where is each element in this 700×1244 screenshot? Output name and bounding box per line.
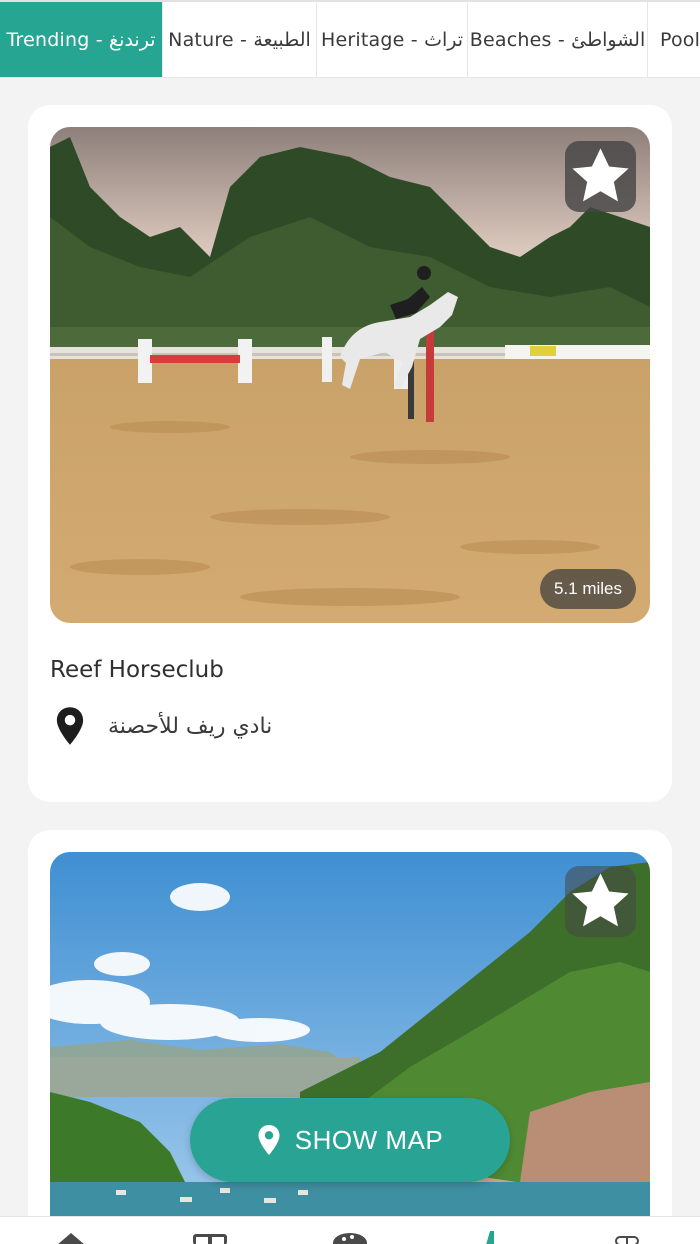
tab-trending[interactable]: Trending - ترندنغ [0,2,163,77]
more-icon[interactable] [614,1231,640,1244]
distance-badge: 5.1 miles [539,569,636,609]
home-icon[interactable] [55,1231,87,1244]
horse-jumping-image [50,127,650,623]
show-map-label: SHOW MAP [294,1124,444,1155]
listing-photo[interactable] [50,852,650,1244]
listing-title[interactable]: Reef Horseclub [50,657,224,683]
tab-heritage[interactable]: Heritage - تراث [317,2,468,77]
location-text: نادي ريف للأحصنة [108,713,273,739]
tab-nature[interactable]: Nature - الطبيعة [163,2,317,77]
river-valley-image [50,852,650,1244]
show-map-button[interactable]: SHOW MAP [190,1098,510,1182]
tab-beaches[interactable]: Beaches - الشواطئ [468,2,648,77]
bottom-navigation [0,1216,700,1244]
listing-card[interactable]: 5.1 miles Reef Horseclub نادي ريف للأحصن… [28,105,672,802]
map-pin-icon [257,1123,281,1157]
star-icon [572,873,629,927]
book-icon[interactable] [192,1231,228,1244]
favorite-button[interactable] [565,866,636,937]
map-pin-icon [50,703,90,749]
tab-pools[interactable]: Pools [648,2,700,77]
favorite-button[interactable] [565,141,636,212]
category-tabs: Trending - ترندنغ Nature - الطبيعة Herit… [0,0,700,78]
listing-location: نادي ريف للأحصنة [50,703,272,749]
activity-icon[interactable] [484,1231,500,1244]
discover-icon[interactable] [332,1231,368,1244]
listing-photo[interactable]: 5.1 miles [50,127,650,623]
star-icon [572,148,629,202]
